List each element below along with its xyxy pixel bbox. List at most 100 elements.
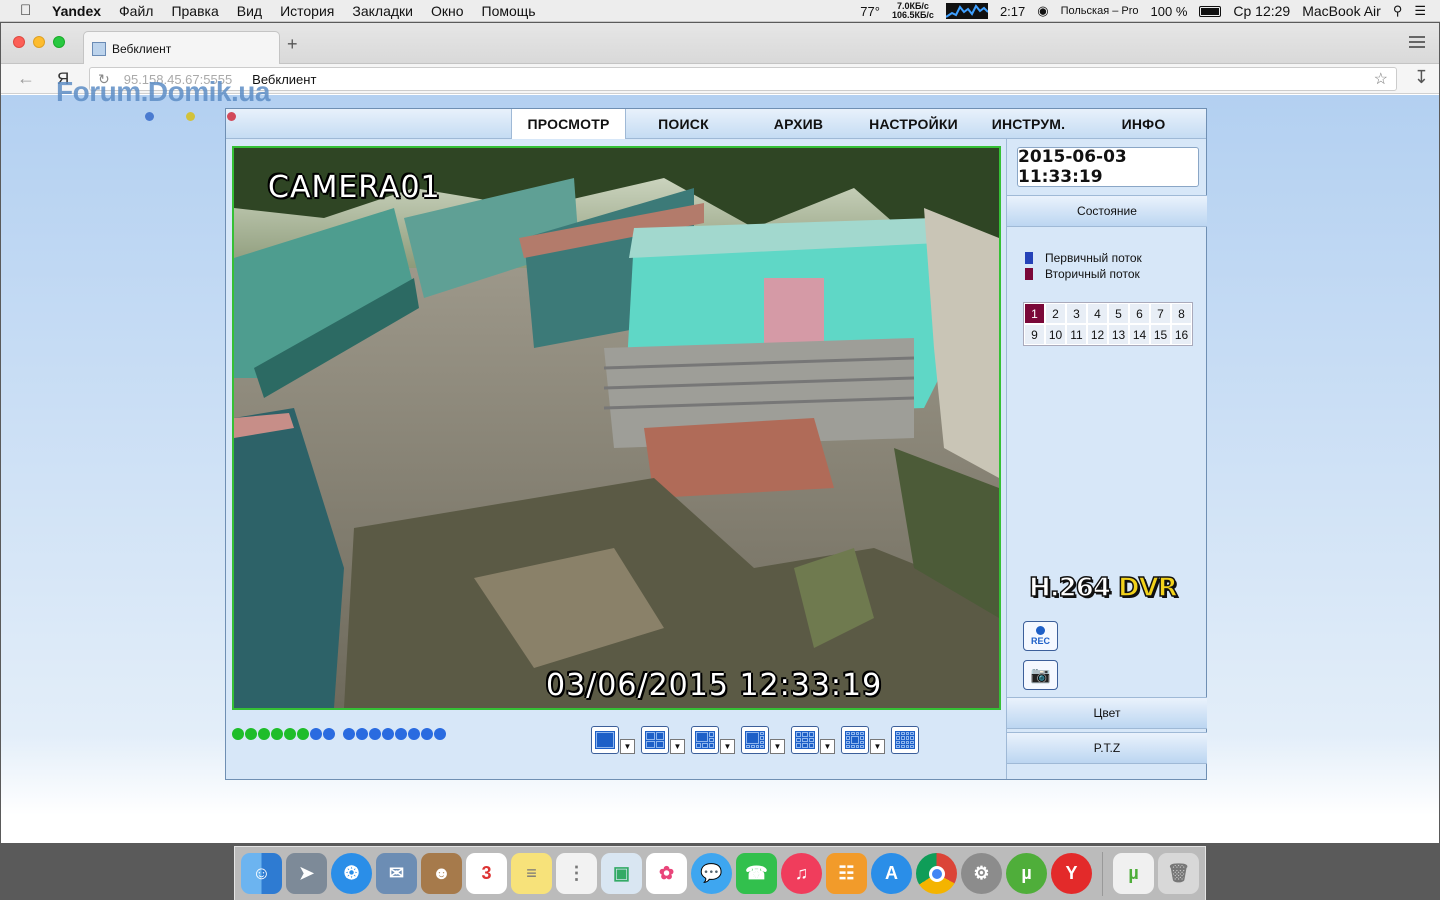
layout-1-button[interactable] [591,726,619,754]
download-icon[interactable]: ↧ [1414,67,1429,88]
layout-6-button[interactable] [691,726,719,754]
device-name[interactable]: MacBook Air [1302,3,1381,19]
record-button[interactable]: REC [1023,621,1058,651]
back-arrow-icon[interactable]: ← [17,68,35,89]
yandex-browser-icon[interactable]: Y [1051,853,1092,894]
mail-icon[interactable]: ✉ [376,853,417,894]
bookmark-star-icon[interactable]: ☆ [1374,69,1388,89]
messages-icon[interactable]: 💬 [691,853,732,894]
tab-view[interactable]: ПРОСМОТР [511,109,626,139]
channel-8-button[interactable]: 8 [1171,303,1192,324]
menu-edit[interactable]: Правка [171,3,218,19]
calendar-icon[interactable]: 3 [466,853,507,894]
spotlight-icon[interactable]: ⚲ [1393,3,1403,19]
torrent-file-icon[interactable]: µ [1113,853,1154,894]
layout-6-dropdown[interactable]: ▼ [720,739,735,754]
contacts-icon[interactable]: ☻ [421,853,462,894]
battery-icon[interactable] [1199,5,1222,17]
browser-menu-icon[interactable] [1409,36,1425,48]
apple-icon[interactable]:  [20,2,38,19]
tab-settings[interactable]: НАСТРОЙКИ [856,109,971,139]
close-window-button[interactable] [13,36,25,48]
photos-icon[interactable]: ✿ [646,853,687,894]
preview-icon[interactable]: ▣ [601,853,642,894]
notes-icon[interactable]: ≡ [511,853,552,894]
wifi-icon[interactable]: ◉ [1037,3,1048,19]
color-button[interactable]: Цвет [1007,697,1207,729]
camera-video-feed[interactable]: CAMERA01 03/06/2015 12:33:19 [232,146,1001,710]
layout-13-button[interactable] [841,726,869,754]
app-store-icon[interactable]: A [871,853,912,894]
browser-tab[interactable]: Вебклиент [83,31,280,65]
menubar-clock[interactable]: Ср 12:29 [1233,3,1290,19]
channel-13-button[interactable]: 13 [1108,324,1129,345]
system-preferences-icon[interactable]: ⚙ [961,853,1002,894]
utorrent-icon[interactable]: µ [1006,853,1047,894]
itunes-icon[interactable]: ♫ [781,853,822,894]
channel-status-dot [382,728,394,740]
ptz-button[interactable]: P.T.Z [1007,732,1207,764]
facetime-icon[interactable]: ☎ [736,853,777,894]
temperature-readout[interactable]: 77° [860,4,880,19]
tab-tools[interactable]: ИНСТРУМ. [971,109,1086,139]
channel-7-button[interactable]: 7 [1150,303,1171,324]
new-tab-button[interactable]: + [287,34,298,55]
finder-icon[interactable]: ☺ [241,853,282,894]
snapshot-button[interactable]: 📷 [1023,660,1058,690]
yandex-logo-icon[interactable]: Я [57,69,69,89]
status-button[interactable]: Состояние [1007,195,1207,227]
address-bar[interactable]: ↻ 95.158.45.67:5555 Вебклиент ☆ [89,67,1397,91]
channel-16-button[interactable]: 16 [1171,324,1192,345]
channel-9-button[interactable]: 9 [1024,324,1045,345]
channel-6-button[interactable]: 6 [1129,303,1150,324]
notifications-icon[interactable]: ☰ [1414,3,1426,19]
layout-9-dropdown[interactable]: ▼ [820,739,835,754]
cpu-graph-icon[interactable] [945,3,988,19]
chrome-icon[interactable] [916,853,957,894]
layout-8-button[interactable] [741,726,769,754]
battery-percent[interactable]: 100 % [1151,4,1188,19]
menu-history[interactable]: История [280,3,334,19]
layout-8-group: ▼ [741,726,785,754]
menu-help[interactable]: Помощь [482,3,536,19]
ibooks-icon[interactable]: ☷ [826,853,867,894]
menu-window[interactable]: Окно [431,3,464,19]
logo-h264-text: H.264 [1028,572,1111,604]
channel-10-button[interactable]: 10 [1045,324,1066,345]
layout-1-dropdown[interactable]: ▼ [620,739,635,754]
reminders-icon[interactable]: ⋮ [556,853,597,894]
minimize-window-button[interactable] [33,36,45,48]
trash-icon[interactable]: 🗑 [1158,853,1199,894]
channel-5-button[interactable]: 5 [1108,303,1129,324]
channel-11-button[interactable]: 11 [1066,324,1087,345]
tab-search[interactable]: ПОИСК [626,109,741,139]
zoom-window-button[interactable] [53,36,65,48]
safari-icon[interactable]: ❂ [331,853,372,894]
menu-bar:  Yandex Файл Правка Вид История Закладк… [0,0,1440,22]
channel-15-button[interactable]: 15 [1150,324,1171,345]
channel-4-button[interactable]: 4 [1087,303,1108,324]
layout-13-group: ▼ [841,726,885,754]
reload-icon[interactable]: ↻ [98,71,110,88]
layout-8-dropdown[interactable]: ▼ [770,739,785,754]
network-speed[interactable]: 7.0КБ/с 106.5КБ/с [892,2,934,20]
channel-2-button[interactable]: 2 [1045,303,1066,324]
launchpad-icon[interactable]: ➤ [286,853,327,894]
layout-13-dropdown[interactable]: ▼ [870,739,885,754]
menu-view[interactable]: Вид [237,3,262,19]
keyboard-layout[interactable]: Польская – Pro [1061,5,1139,17]
menu-file[interactable]: Файл [119,3,153,19]
menu-app-name[interactable]: Yandex [52,3,101,19]
layout-16-button[interactable] [891,726,919,754]
menu-bookmarks[interactable]: Закладки [352,3,413,19]
channel-1-button[interactable]: 1 [1024,303,1045,324]
tab-info[interactable]: ИНФО [1086,109,1201,139]
channel-14-button[interactable]: 14 [1129,324,1150,345]
layout-4-button[interactable] [641,726,669,754]
timer-readout[interactable]: 2:17 [1000,4,1025,19]
layout-9-button[interactable] [791,726,819,754]
channel-12-button[interactable]: 12 [1087,324,1108,345]
channel-3-button[interactable]: 3 [1066,303,1087,324]
layout-4-dropdown[interactable]: ▼ [670,739,685,754]
tab-archive[interactable]: АРХИВ [741,109,856,139]
